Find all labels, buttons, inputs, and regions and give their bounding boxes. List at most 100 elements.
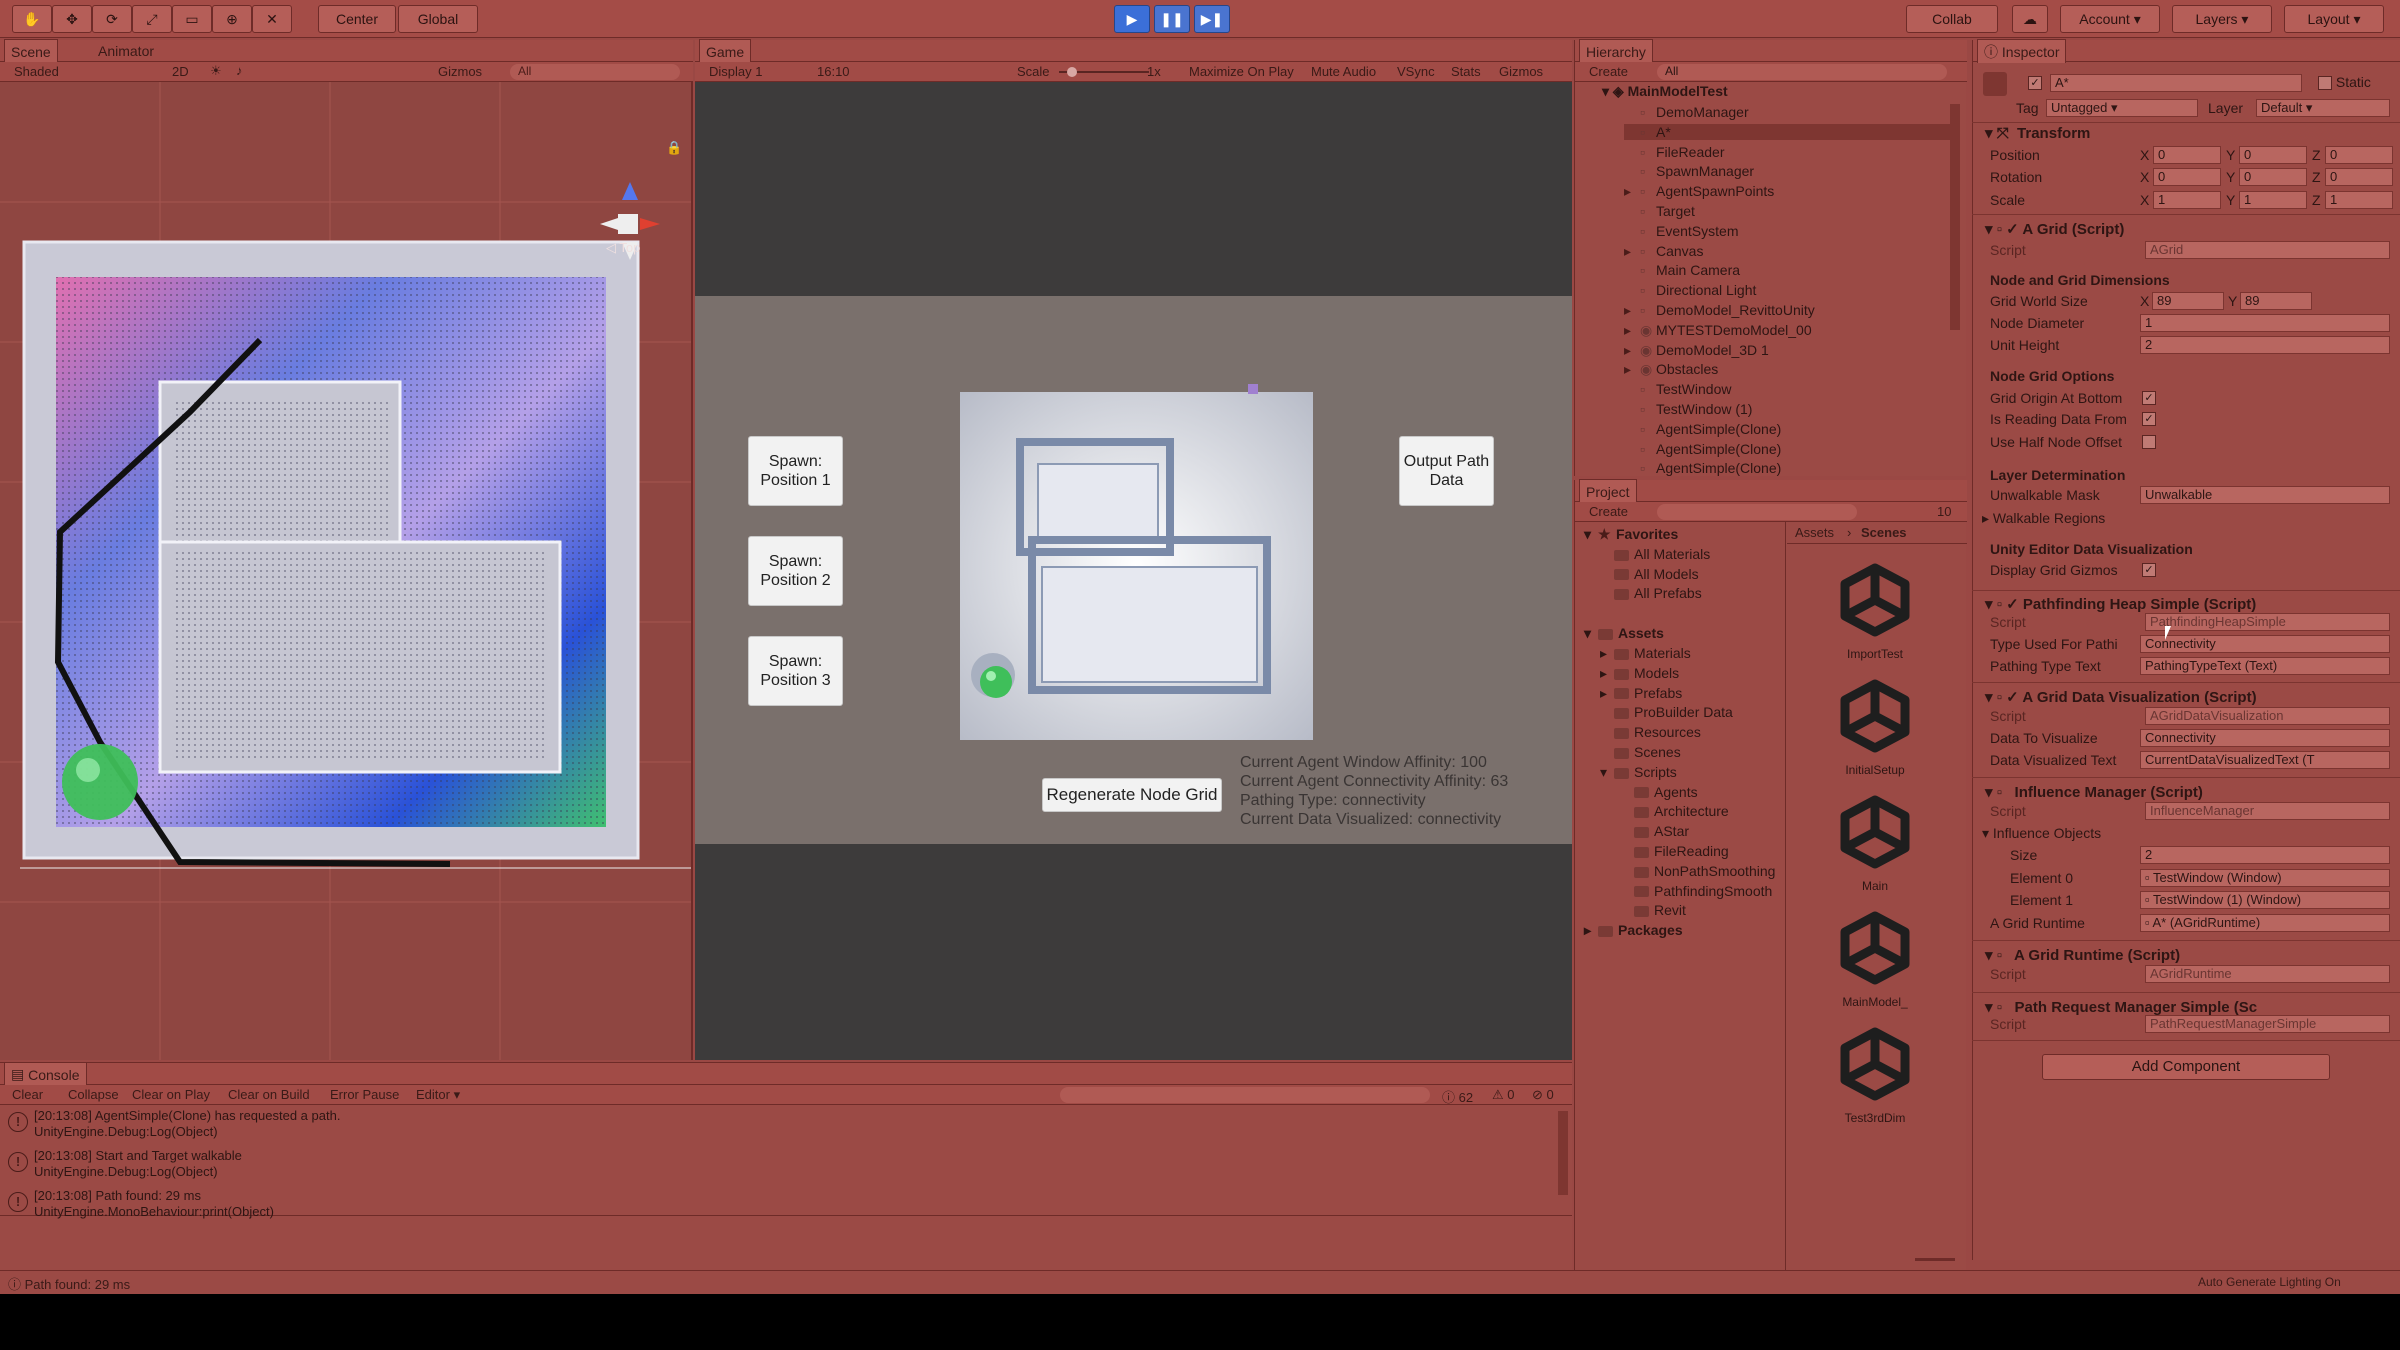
hierarchy-item[interactable]: ▸ ▫ AgentSpawnPoints	[1624, 183, 1954, 200]
script-folder[interactable]: Revit	[1620, 902, 1686, 918]
transform-tool-icon[interactable]: ⊕	[212, 5, 252, 33]
favorite-item[interactable]: All Prefabs	[1600, 585, 1702, 601]
agrid-runtime-field[interactable]: ▫ A* (AGridRuntime)	[2140, 914, 2390, 932]
shading-mode-dropdown[interactable]: Shaded	[14, 64, 59, 79]
transform-x-field[interactable]: 1	[2153, 191, 2221, 209]
hierarchy-item[interactable]: ▫ FileReader	[1624, 144, 1954, 160]
stats-toggle[interactable]: Stats	[1451, 64, 1481, 79]
breadcrumb-scenes[interactable]: Scenes	[1861, 525, 1907, 540]
layout-dropdown[interactable]: Layout ▾	[2284, 5, 2384, 33]
hierarchy-item[interactable]: ▫ Directional Light	[1624, 282, 1954, 298]
vsync-toggle[interactable]: VSync	[1397, 64, 1435, 79]
console-entry-stack[interactable]: UnityEngine.MonoBehaviour:print(Object)	[34, 1204, 274, 1220]
script-folder[interactable]: FileReading	[1620, 843, 1729, 859]
gameobject-active-toggle[interactable]: ✓	[2028, 74, 2042, 91]
favorites-folder[interactable]: ▾ ★ Favorites	[1584, 526, 1678, 543]
assets-folder[interactable]: ▾ Assets	[1584, 625, 1664, 642]
hierarchy-item[interactable]: ▫ TestWindow	[1624, 381, 1954, 397]
project-zoom-slider[interactable]	[1915, 1258, 1955, 1261]
static-checkbox[interactable]	[2318, 76, 2332, 91]
collab-button[interactable]: Collab	[1906, 5, 1998, 33]
asset-folder[interactable]: ProBuilder Data	[1600, 704, 1733, 720]
pause-button[interactable]: ❚❚	[1154, 5, 1190, 33]
hierarchy-item[interactable]: ▫ DemoManager	[1624, 104, 1954, 120]
scene-view[interactable]: ◁ Top 🔒	[0, 82, 691, 1060]
scene-asset[interactable]: MainModel_	[1810, 908, 1940, 1009]
hierarchy-expand-arrow-icon[interactable]: ▸	[1624, 361, 1640, 378]
element0-field[interactable]: ▫ TestWindow (Window)	[2140, 869, 2390, 887]
game-gizmos-dropdown[interactable]: Gizmos	[1499, 64, 1543, 79]
scene-asset[interactable]: Main	[1810, 792, 1940, 893]
active-checkbox[interactable]: ✓	[2028, 76, 2042, 91]
tree-expand-arrow-icon[interactable]: ▸	[1600, 685, 1614, 702]
agrid-runtime-header[interactable]: ▾ ▫ A Grid Runtime (Script)	[1985, 946, 2180, 964]
console-error-pause-button[interactable]: Error Pause	[330, 1087, 399, 1102]
account-dropdown[interactable]: Account ▾	[2060, 5, 2160, 33]
audio-icon[interactable]: ♪	[236, 63, 243, 78]
regenerate-node-grid-button[interactable]: Regenerate Node Grid	[1042, 778, 1222, 812]
influence-header[interactable]: ▾ ▫ Influence Manager (Script)	[1985, 783, 2203, 801]
asset-folder[interactable]: ▸ Materials	[1600, 645, 1691, 662]
hierarchy-item[interactable]: ▫ A*	[1624, 123, 1954, 140]
gws-y-field[interactable]: 89	[2240, 292, 2312, 310]
step-button[interactable]: ▶❚	[1194, 5, 1230, 33]
tab-hierarchy[interactable]: Hierarchy	[1579, 39, 1653, 63]
transform-x-field[interactable]: 0	[2153, 168, 2221, 186]
transform-x-field[interactable]: 0	[2153, 146, 2221, 164]
node-diameter-field[interactable]: 1	[2140, 314, 2390, 332]
maximize-on-play-toggle[interactable]: Maximize On Play	[1189, 64, 1294, 79]
console-warn-count[interactable]: ⚠ 0	[1492, 1087, 1515, 1103]
console-entry-stack[interactable]: UnityEngine.Debug:Log(Object)	[34, 1124, 218, 1140]
influence-size-field[interactable]: 2	[2140, 846, 2390, 864]
script-folder[interactable]: PathfindingSmooth	[1620, 883, 1772, 899]
console-error-count[interactable]: ⊘ 0	[1532, 1087, 1554, 1103]
rotate-tool-icon[interactable]: ⟳	[92, 5, 132, 33]
script-folder[interactable]: NonPathSmoothing	[1620, 863, 1775, 879]
tree-expand-arrow-icon[interactable]: ▸	[1600, 665, 1614, 682]
tab-game[interactable]: Game	[699, 39, 752, 63]
favorite-item[interactable]: All Models	[1600, 566, 1699, 582]
hierarchy-item[interactable]: ▸ ◉ MYTESTDemoModel_00	[1624, 322, 1954, 339]
asset-folder[interactable]: Scenes	[1600, 744, 1681, 760]
hierarchy-expand-arrow-icon[interactable]: ▸	[1624, 302, 1640, 319]
script-folder[interactable]: Agents	[1620, 784, 1698, 800]
scene-lock-icon[interactable]: 🔒	[666, 140, 682, 156]
data-vis-text-field[interactable]: CurrentDataVisualizedText (T	[2140, 751, 2390, 769]
tag-dropdown[interactable]: Untagged ▾	[2046, 99, 2198, 117]
layers-dropdown[interactable]: Layers ▾	[2172, 5, 2272, 33]
transform-y-field[interactable]: 0	[2239, 168, 2307, 186]
transform-header[interactable]: ▾ ⤧ Transform	[1985, 124, 2090, 142]
scene-asset[interactable]: InitialSetup	[1810, 676, 1940, 777]
favorite-item[interactable]: All Materials	[1600, 546, 1710, 562]
scene-asset[interactable]: ImportTest	[1810, 560, 1940, 661]
unwalkable-mask-dropdown[interactable]: Unwalkable	[2140, 486, 2390, 504]
tree-expand-arrow-icon[interactable]: ▾	[1600, 764, 1614, 781]
pathing-type-text-field[interactable]: PathingTypeText (Text)	[2140, 657, 2390, 675]
hierarchy-item[interactable]: ▫ SpawnManager	[1624, 163, 1954, 179]
tab-project[interactable]: Project	[1579, 479, 1637, 503]
hand-tool-icon[interactable]: ✋	[12, 5, 52, 33]
element1-field[interactable]: ▫ TestWindow (1) (Window)	[2140, 891, 2390, 909]
console-entry-line[interactable]: [20:13:08] AgentSimple(Clone) has reques…	[34, 1108, 340, 1124]
hierarchy-item[interactable]: ▫ AgentSimple(Clone)	[1624, 460, 1954, 476]
hierarchy-search-input[interactable]: All	[1657, 64, 1947, 80]
hierarchy-item[interactable]: ▫ TestWindow (1)	[1624, 401, 1954, 417]
aspect-dropdown[interactable]: 16:10	[817, 64, 850, 79]
spawn-position-3-button[interactable]: Spawn: Position 3	[748, 636, 843, 706]
agrid-header[interactable]: ▾ ▫ ✓ A Grid (Script)	[1985, 220, 2124, 238]
hierarchy-item[interactable]: ▫ Main Camera	[1624, 262, 1954, 278]
hierarchy-expand-arrow-icon[interactable]: ▸	[1624, 243, 1640, 260]
tree-expand-arrow-icon[interactable]: ▸	[1600, 645, 1614, 662]
hierarchy-expand-arrow-icon[interactable]: ▸	[1624, 183, 1640, 200]
custom-tool-icon[interactable]: ✕	[252, 5, 292, 33]
scale-tool-icon[interactable]: ⤢	[132, 5, 172, 33]
script-folder[interactable]: AStar	[1620, 823, 1689, 839]
tab-animator[interactable]: Animator	[92, 39, 160, 63]
transform-z-field[interactable]: 0	[2325, 168, 2393, 186]
asset-folder[interactable]: ▸ Models	[1600, 665, 1679, 682]
influence-objects-foldout[interactable]: ▾ Influence Objects	[1982, 825, 2101, 842]
play-button[interactable]: ▶	[1114, 5, 1150, 33]
asset-folder[interactable]: ▾ Scripts	[1600, 764, 1677, 781]
scene-asset[interactable]: Test3rdDim	[1810, 1024, 1940, 1125]
console-editor-dropdown[interactable]: Editor ▾	[416, 1087, 460, 1103]
